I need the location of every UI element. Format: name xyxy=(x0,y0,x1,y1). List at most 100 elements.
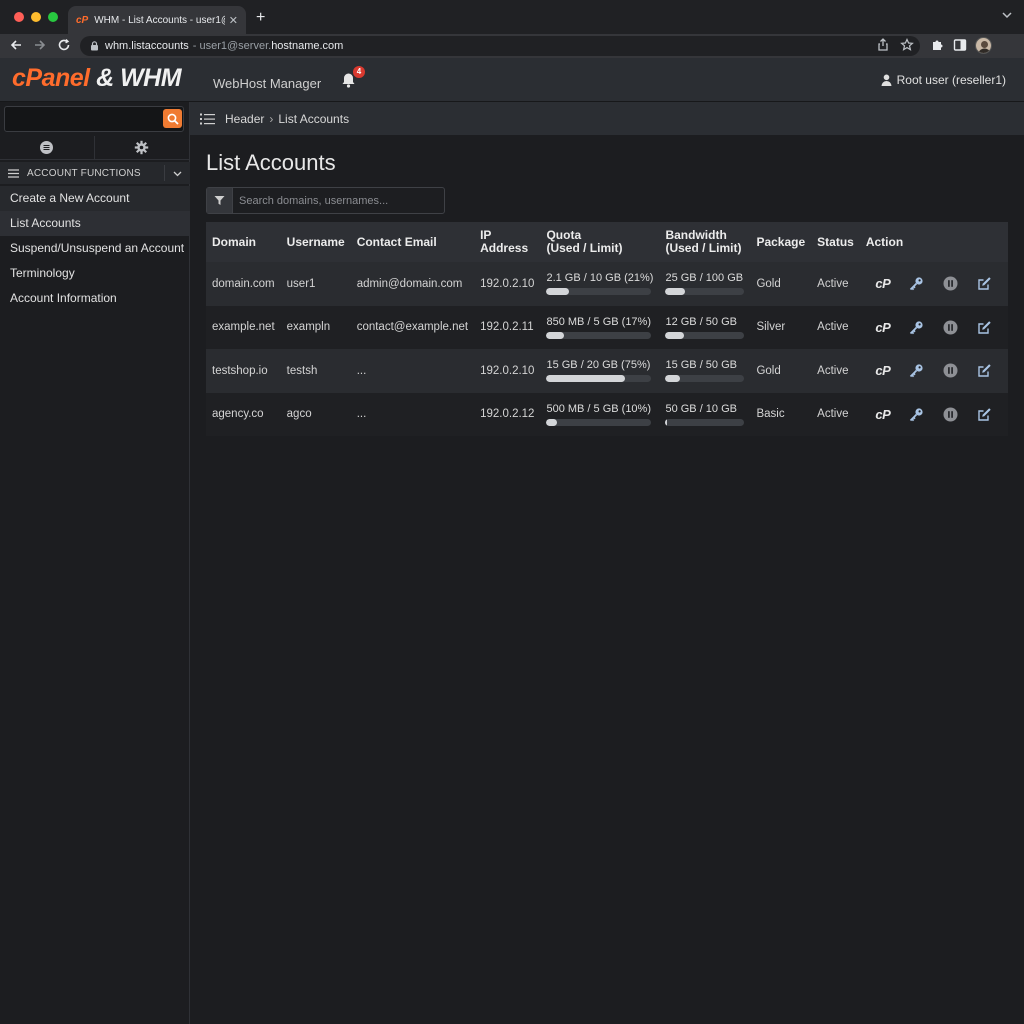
col-bandwidth-line2: (Used / Limit) xyxy=(665,241,742,255)
reload-icon[interactable] xyxy=(57,38,71,52)
table-row[interactable]: domain.com user1 admin@domain.com 192.0.… xyxy=(206,262,1008,306)
sidebar-item-create-account[interactable]: Create a New Account xyxy=(0,186,190,211)
edit-icon xyxy=(978,364,992,377)
back-arrow-icon[interactable] xyxy=(9,38,23,52)
account-search-input[interactable] xyxy=(233,194,444,207)
suspend-button[interactable] xyxy=(934,276,968,291)
cpanel-login-button[interactable]: cP xyxy=(866,276,900,291)
col-contact-email[interactable]: Contact Email xyxy=(350,222,475,262)
quota-text: 500 MB / 5 GB (10%) xyxy=(546,402,651,415)
settings-gear-icon[interactable] xyxy=(134,140,149,155)
cell-status: Active xyxy=(811,262,860,306)
cell-package: Gold xyxy=(750,262,812,306)
share-icon[interactable] xyxy=(877,38,889,52)
col-status[interactable]: Status xyxy=(811,222,860,262)
key-icon xyxy=(910,277,923,291)
bandwidth-meter-fill xyxy=(665,288,686,296)
cell-username: testsh xyxy=(280,349,351,393)
change-password-button[interactable] xyxy=(900,320,934,335)
col-quota[interactable]: Quota (Used / Limit) xyxy=(540,222,660,262)
table-row[interactable]: testshop.io testsh ... 192.0.2.10 15 GB … xyxy=(206,349,1008,393)
change-password-button[interactable] xyxy=(900,276,934,291)
sidebar-item-list-accounts[interactable]: List Accounts xyxy=(0,211,190,236)
pause-icon xyxy=(943,363,958,378)
search-icon xyxy=(167,113,179,125)
pause-icon xyxy=(943,407,958,422)
edit-account-button[interactable] xyxy=(968,363,1002,378)
sidebar-item-account-information[interactable]: Account Information xyxy=(0,286,190,311)
suspend-button[interactable] xyxy=(934,320,968,335)
side-panel-icon[interactable] xyxy=(953,38,967,52)
cpanel-icon: cP xyxy=(875,363,891,379)
sidebar-items: Create a New Account List Accounts Suspe… xyxy=(0,186,190,311)
edit-account-button[interactable] xyxy=(968,407,1002,422)
cpanel-login-button[interactable]: cP xyxy=(866,407,900,422)
col-domain[interactable]: Domain xyxy=(206,222,281,262)
col-bandwidth[interactable]: Bandwidth (Used / Limit) xyxy=(659,222,751,262)
extensions-puzzle-icon[interactable] xyxy=(930,38,944,52)
tab-close-icon[interactable]: ✕ xyxy=(229,14,238,27)
edit-account-button[interactable] xyxy=(968,320,1002,335)
window-close-button[interactable] xyxy=(14,12,24,22)
col-package[interactable]: Package xyxy=(750,222,812,262)
new-tab-button[interactable]: + xyxy=(256,9,265,27)
cell-domain[interactable]: example.net xyxy=(206,305,281,349)
cell-actions: cP xyxy=(859,305,1008,349)
quota-meter xyxy=(546,288,652,296)
sidebar-search-input[interactable] xyxy=(4,106,184,132)
table-row[interactable]: agency.co agco ... 192.0.2.12 500 MB / 5… xyxy=(206,392,1008,436)
bandwidth-text: 15 GB / 50 GB xyxy=(665,359,737,372)
change-password-button[interactable] xyxy=(900,363,934,378)
sidebar-search-button[interactable] xyxy=(163,109,182,128)
bookmark-star-icon[interactable] xyxy=(900,38,914,52)
sidebar-item-suspend-account[interactable]: Suspend/Unsuspend an Account xyxy=(0,236,190,261)
header-subtitle: WebHost Manager xyxy=(213,76,322,91)
cell-username: agco xyxy=(280,392,351,436)
edit-account-button[interactable] xyxy=(968,276,1002,291)
browser-tab-active[interactable]: cP WHM - List Accounts - user1@ ✕ xyxy=(68,6,246,34)
filter-funnel-icon[interactable] xyxy=(207,188,233,213)
chevron-down-icon[interactable] xyxy=(173,169,182,178)
cell-domain[interactable]: domain.com xyxy=(206,262,281,306)
quota-meter xyxy=(546,331,652,339)
profile-avatar[interactable] xyxy=(975,37,992,54)
cpanel-login-button[interactable]: cP xyxy=(866,320,900,335)
cell-actions: cP xyxy=(859,392,1008,436)
bandwidth-text: 12 GB / 50 GB xyxy=(665,315,737,328)
address-bar[interactable]: whm.listaccounts - user1@server. hostnam… xyxy=(80,36,920,56)
bandwidth-meter-fill xyxy=(665,418,668,426)
list-view-tab-icon[interactable] xyxy=(39,140,54,155)
window-minimize-button[interactable] xyxy=(31,12,41,22)
col-ip-address[interactable]: IP Address xyxy=(474,222,541,262)
user-menu[interactable]: Root user (reseller1) xyxy=(881,73,1006,87)
cell-quota: 15 GB / 20 GB (75%) xyxy=(540,349,660,393)
section-divider xyxy=(164,165,165,181)
tab-search-chevron-icon[interactable] xyxy=(1002,10,1012,20)
edit-icon xyxy=(978,277,992,290)
table-row[interactable]: example.net exampln contact@example.net … xyxy=(206,305,1008,349)
suspend-button[interactable] xyxy=(934,363,968,378)
cell-domain[interactable]: testshop.io xyxy=(206,349,281,393)
site-info-icon[interactable] xyxy=(90,41,99,51)
list-menu-icon[interactable] xyxy=(200,113,215,125)
forward-arrow-icon[interactable] xyxy=(33,38,47,52)
bandwidth-meter xyxy=(665,331,745,339)
cell-contact-email: ... xyxy=(350,349,475,393)
breadcrumb-separator: › xyxy=(269,111,274,126)
suspend-button[interactable] xyxy=(934,407,968,422)
cpanel-login-button[interactable]: cP xyxy=(866,363,900,378)
col-username[interactable]: Username xyxy=(280,222,351,262)
breadcrumb-root[interactable]: Header xyxy=(225,112,264,126)
bandwidth-meter-fill xyxy=(665,375,680,383)
cpanel-whm-logo[interactable]: cPanel & WHM xyxy=(12,64,182,93)
browser-toolbar: whm.listaccounts - user1@server. hostnam… xyxy=(0,34,1024,58)
cell-domain[interactable]: agency.co xyxy=(206,392,281,436)
change-password-button[interactable] xyxy=(900,407,934,422)
cell-package: Basic xyxy=(750,392,812,436)
sidebar-item-terminology[interactable]: Terminology xyxy=(0,261,190,286)
quota-meter-fill xyxy=(546,418,557,426)
cell-contact-email: ... xyxy=(350,392,475,436)
sidebar-section-account-functions[interactable]: ACCOUNT FUNCTIONS xyxy=(0,162,190,184)
window-maximize-button[interactable] xyxy=(48,12,58,22)
cell-username: user1 xyxy=(280,262,351,306)
